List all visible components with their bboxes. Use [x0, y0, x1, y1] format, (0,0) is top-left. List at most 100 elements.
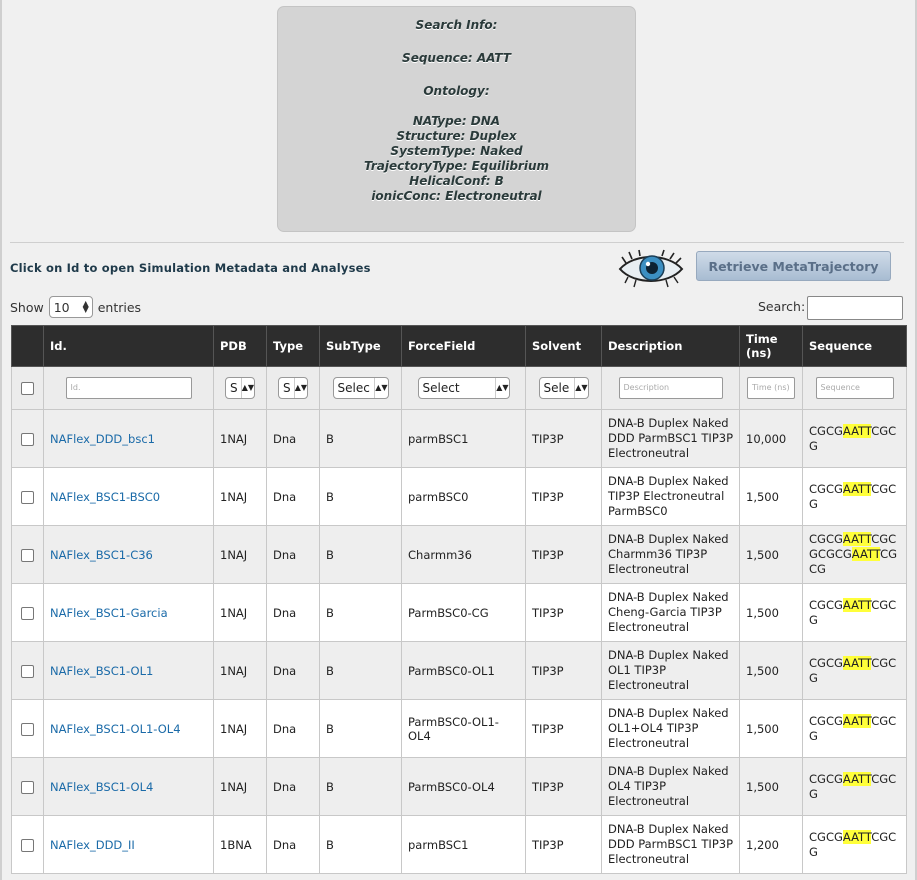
- time-filter-input[interactable]: Time (ns): [747, 377, 795, 399]
- sequence-part: CGC: [871, 532, 897, 546]
- simulation-id-link[interactable]: NAFlex_BSC1-OL1-OL4: [50, 722, 181, 736]
- header-id[interactable]: Id.: [43, 325, 214, 367]
- header-type[interactable]: Type: [266, 325, 320, 367]
- solvent-cell: TIP3P: [525, 409, 602, 468]
- header-sequence[interactable]: Sequence: [802, 325, 907, 367]
- forcefield-cell: ParmBSC0-CG: [401, 583, 526, 642]
- header-pdb[interactable]: PDB: [213, 325, 267, 367]
- row-checkbox[interactable]: [21, 606, 34, 620]
- forcefield-cell: parmBSC0: [401, 467, 526, 526]
- id-filter-input[interactable]: Id.: [65, 377, 192, 399]
- sequence-part: CGCG: [809, 423, 843, 438]
- sequence-part: CGCG: [809, 829, 843, 844]
- row-checkbox[interactable]: [21, 780, 34, 794]
- simulation-id-link[interactable]: NAFlex_DDD_bsc1: [50, 432, 155, 446]
- row-select-cell: [11, 583, 44, 642]
- time-cell: 10,000: [739, 409, 803, 468]
- search-info-structure: Structure: Duplex: [396, 129, 517, 143]
- description-cell: DNA-B Duplex Naked OL4 TIP3P Electroneut…: [601, 757, 740, 816]
- sequence-part: CGCG: [809, 655, 843, 670]
- select-arrows-icon: ▲▼: [240, 378, 254, 398]
- sequence-part: CGCG: [809, 481, 843, 496]
- sequence-cell: CGCGAATTCGCG: [802, 467, 907, 526]
- header-subtype[interactable]: SubType: [319, 325, 402, 367]
- header-row: Id. PDB Type SubType ForceField Solvent …: [11, 325, 907, 367]
- id-cell: NAFlex_BSC1-C36: [43, 525, 214, 584]
- row-checkbox[interactable]: [21, 838, 34, 852]
- solvent-cell: TIP3P: [525, 757, 602, 816]
- pdb-cell: 1NAJ: [213, 467, 267, 526]
- pdb-filter-select[interactable]: S ▲▼: [225, 377, 255, 399]
- solvent-cell: TIP3P: [525, 583, 602, 642]
- description-cell: DNA-B Duplex Naked Charmm36 TIP3P Electr…: [601, 525, 740, 584]
- search-info-ontology: Ontology:: [423, 84, 490, 98]
- select-all-checkbox[interactable]: [21, 382, 34, 395]
- search-info-ionicconc: ionicConc: Electroneutral: [371, 189, 542, 203]
- pdb-cell: 1NAJ: [213, 641, 267, 700]
- search-info-title: Search Info:: [415, 18, 498, 32]
- subtype-cell: B: [319, 409, 402, 468]
- sequence-match-highlight: AATT: [842, 655, 872, 670]
- description-cell: DNA-B Duplex Naked OL1 TIP3P Electroneut…: [601, 641, 740, 700]
- simulation-id-link[interactable]: NAFlex_DDD_II: [50, 838, 135, 852]
- pdb-filter-value: S: [230, 381, 238, 395]
- subtype-filter-select[interactable]: Selec ▲▼: [332, 377, 389, 399]
- type-filter-select[interactable]: S ▲▼: [278, 377, 308, 399]
- header-time[interactable]: Time (ns): [739, 325, 803, 367]
- time-cell: 1,500: [739, 467, 803, 526]
- table-row: NAFlex_BSC1-BSC0 1NAJ Dna BparmBSC0 TIP3P DNA…: [11, 467, 907, 526]
- forcefield-filter-select[interactable]: Select ▲▼: [417, 377, 510, 399]
- subtype-cell: B: [319, 699, 402, 758]
- pdb-cell: 1NAJ: [213, 757, 267, 816]
- section-divider: [10, 242, 904, 243]
- pdb-cell: 1NAJ: [213, 583, 267, 642]
- solvent-cell: TIP3P: [525, 525, 602, 584]
- select-arrows-icon: ▲▼: [293, 378, 307, 398]
- row-checkbox[interactable]: [21, 722, 34, 736]
- sequence-cell: CGCGAATTCGCG: [802, 757, 907, 816]
- simulation-id-link[interactable]: NAFlex_BSC1-BSC0: [50, 490, 160, 504]
- entries-per-page-select[interactable]: 10 ▲ ▼: [48, 296, 93, 318]
- simulation-id-link[interactable]: NAFlex_BSC1-C36: [50, 548, 153, 562]
- sequence-match-highlight: AATT: [842, 423, 872, 438]
- row-checkbox[interactable]: [21, 548, 34, 562]
- solvent-filter-select[interactable]: Sele ▲▼: [538, 377, 589, 399]
- sequence-filter-input[interactable]: Sequence: [815, 377, 894, 399]
- row-select-cell: [11, 757, 44, 816]
- row-checkbox[interactable]: [21, 664, 34, 678]
- description-filter-input[interactable]: Description: [618, 377, 723, 399]
- subtype-cell: B: [319, 815, 402, 874]
- table-row: NAFlex_BSC1-OL4 1NAJ Dna B ParmBSC0-OL4 TIP3P…: [11, 757, 907, 816]
- row-checkbox[interactable]: [21, 432, 34, 446]
- eye-icon: [618, 249, 684, 288]
- sequence-match-highlight: AATT: [842, 597, 872, 612]
- row-select-cell: [11, 815, 44, 874]
- entries-label: entries: [97, 299, 142, 315]
- select-all-cell: [11, 366, 44, 410]
- sequence-match-highlight: AATT: [851, 547, 881, 561]
- search-info-sequence: Sequence: AATT: [402, 51, 511, 65]
- time-cell: 1,500: [739, 525, 803, 584]
- retrieve-metatrajectory-button[interactable]: Retrieve MetaTrajectory: [696, 251, 891, 281]
- row-select-cell: [11, 467, 44, 526]
- simulation-id-link[interactable]: NAFlex_BSC1-OL4: [50, 780, 153, 794]
- simulations-table: Id. PDB Type SubType ForceField Solvent …: [11, 325, 907, 874]
- sequence-cell: CGCGAATTCGCG: [802, 815, 907, 874]
- header-solvent[interactable]: Solvent: [525, 325, 602, 367]
- pdb-cell: 1NAJ: [213, 525, 267, 584]
- select-arrows-icon: ▲▼: [82, 299, 89, 314]
- description-cell: DNA-B Duplex Naked DDD ParmBSC1 TIP3P El…: [601, 815, 740, 874]
- subtype-cell: B: [319, 583, 402, 642]
- instruction-text: Click on Id to open Simulation Metadata …: [10, 261, 371, 275]
- description-cell: DNA-B Duplex Naked Cheng-Garcia TIP3P El…: [601, 583, 740, 642]
- search-input[interactable]: [807, 296, 903, 320]
- row-checkbox[interactable]: [21, 490, 34, 504]
- header-forcefield[interactable]: ForceField: [401, 325, 526, 367]
- type-cell: Dna: [266, 467, 320, 526]
- table-row: NAFlex_BSC1-OL1-OL4 1NAJ Dna B ParmBSC0-OL1-…: [11, 699, 907, 758]
- simulation-id-link[interactable]: NAFlex_BSC1-Garcia: [50, 606, 168, 620]
- forcefield-cell: parmBSC1: [401, 409, 526, 468]
- time-cell: 1,200: [739, 815, 803, 874]
- header-description[interactable]: Description: [601, 325, 740, 367]
- simulation-id-link[interactable]: NAFlex_BSC1-OL1: [50, 664, 153, 678]
